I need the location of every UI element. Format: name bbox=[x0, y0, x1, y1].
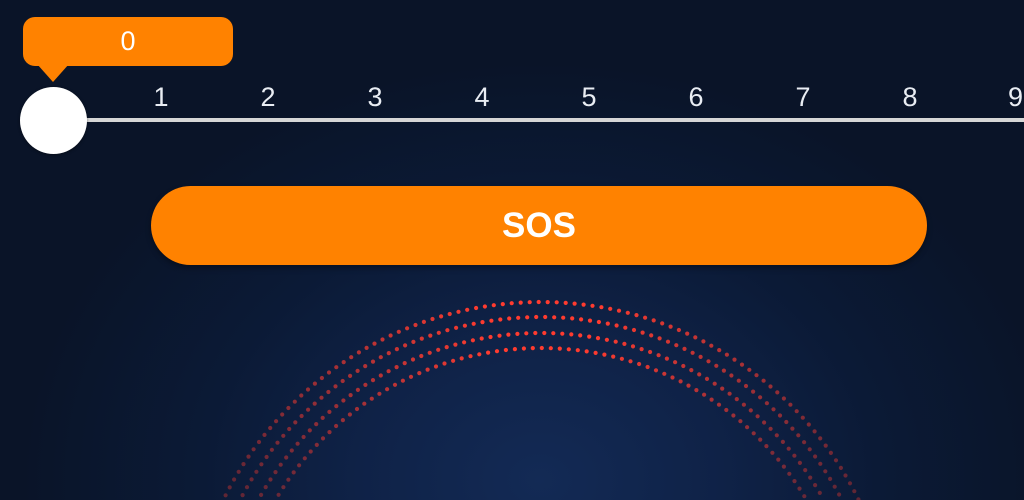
slider-value-label: 0 bbox=[120, 26, 136, 56]
slider-thumb[interactable] bbox=[20, 87, 87, 154]
tooltip-pointer bbox=[37, 64, 69, 82]
slider-tick-9: 9 bbox=[1008, 82, 1024, 112]
pulse-ring-3 bbox=[259, 330, 822, 497]
slider-tick-5: 5 bbox=[581, 82, 597, 112]
pulse-ring-2 bbox=[240, 314, 842, 498]
pulse-ring-1 bbox=[223, 299, 861, 500]
countdown-slider[interactable]: 0 1 2 3 4 5 6 7 8 9 bbox=[0, 0, 1024, 170]
slider-value-tooltip: 0 bbox=[23, 17, 233, 66]
slider-tick-4: 4 bbox=[474, 82, 490, 112]
slider-tick-3: 3 bbox=[367, 82, 383, 112]
slider-tick-7: 7 bbox=[795, 82, 811, 112]
sos-button[interactable]: SOS bbox=[151, 186, 927, 265]
slider-tick-1: 1 bbox=[153, 82, 169, 112]
slider-tick-6: 6 bbox=[688, 82, 704, 112]
slider-tick-2: 2 bbox=[260, 82, 276, 112]
slider-track[interactable] bbox=[54, 118, 1024, 122]
slider-tick-8: 8 bbox=[902, 82, 918, 112]
pulse-ring-4 bbox=[276, 345, 807, 499]
